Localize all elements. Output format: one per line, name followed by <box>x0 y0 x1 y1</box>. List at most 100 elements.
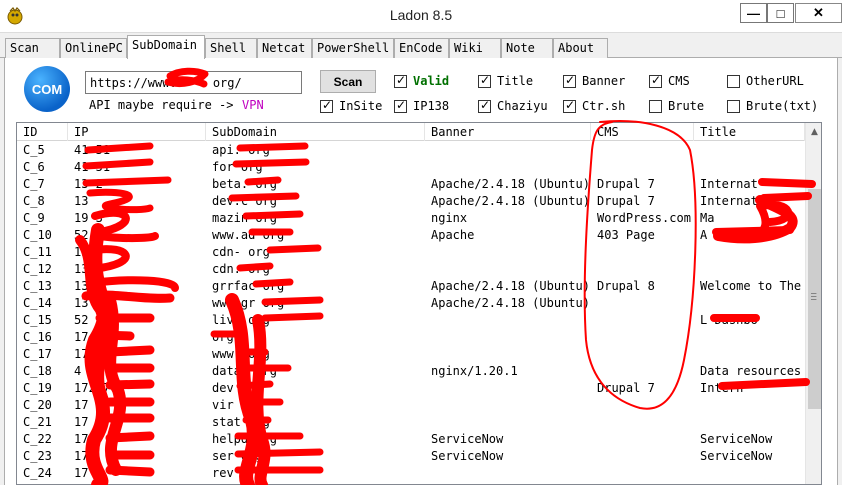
ctrsh-checkbox[interactable]: Ctr.sh <box>563 98 625 113</box>
chaziyu-checkbox[interactable]: Chaziyu <box>478 98 548 113</box>
tab-note[interactable]: Note <box>501 38 553 58</box>
subdomain-cell: grrfac org <box>212 279 285 293</box>
checkbox-box[interactable] <box>394 73 407 88</box>
vertical-scrollbar[interactable]: ▲ ― ― ― <box>805 123 821 484</box>
checkbox-box[interactable] <box>563 98 576 113</box>
ip-cell: 4 <box>74 364 82 378</box>
column-header-title[interactable]: Title <box>694 123 805 141</box>
checkbox-box[interactable] <box>478 98 491 113</box>
insite-checkbox[interactable]: InSite <box>320 98 383 113</box>
tab-onlinepc[interactable]: OnlinePC <box>60 38 127 58</box>
table-row[interactable]: C_9 19 3 mazin org nginx WordPress.com Ma <box>17 210 805 227</box>
checkbox-label: InSite <box>339 99 383 113</box>
ip-cell: 17 <box>74 466 89 480</box>
brute-checkbox[interactable]: Brute <box>649 99 704 113</box>
url-input[interactable] <box>85 71 302 94</box>
subdomain-cell: www.gr org <box>212 296 285 310</box>
tab-subdomain[interactable]: SubDomain <box>127 35 205 59</box>
table-row[interactable]: C_11 13 cdn- org <box>17 244 805 261</box>
checkbox-label: Valid <box>413 74 450 88</box>
table-row[interactable]: C_12 13 cdn. org <box>17 261 805 278</box>
table-row[interactable]: C_14 13 www.gr org Apache/2.4.18 (Ubuntu) <box>17 295 805 312</box>
checkbox-box[interactable] <box>320 98 333 113</box>
table-row[interactable]: C_15 52 live org L Dashbo <box>17 312 805 329</box>
api-hint-label: API maybe require -> <box>89 98 234 112</box>
brutetxt-checkbox[interactable]: Brute(txt) <box>727 99 818 113</box>
otherurl-checkbox[interactable]: OtherURL <box>727 74 804 88</box>
id-cell: C_20 <box>23 398 52 412</box>
banner-cell: Apache/2.4.18 (Ubuntu) <box>431 194 590 208</box>
table-row[interactable]: C_16 17 25 org <box>17 329 805 346</box>
checkbox-box[interactable] <box>727 74 740 88</box>
checkbox-box[interactable] <box>649 99 662 113</box>
subdomain-cell: for org <box>212 160 263 174</box>
id-cell: C_17 <box>23 347 52 361</box>
ip-cell: 13 <box>74 194 89 208</box>
table-row[interactable]: C_7 13 2 beta. org Apache/2.4.18 (Ubuntu) Dr… <box>17 176 805 193</box>
column-header-id[interactable]: ID <box>17 123 68 141</box>
id-cell: C_8 <box>23 194 45 208</box>
table-row[interactable]: C_18 4 data. org nginx/1.20.1 Data resources <box>17 363 805 380</box>
checkbox-box[interactable] <box>727 99 740 113</box>
tab-encode[interactable]: EnCode <box>394 38 449 58</box>
title-cell: L Dashbo <box>700 313 758 327</box>
column-header-ip[interactable]: IP <box>68 123 206 141</box>
checkbox-label: Title <box>497 74 534 88</box>
banner-cell: nginx <box>431 211 468 225</box>
banner-checkbox[interactable]: Banner <box>563 73 625 88</box>
checkbox-label: Brute <box>668 99 705 113</box>
checkbox-box[interactable] <box>563 73 576 88</box>
table-row[interactable]: C_17 17 www. org <box>17 346 805 363</box>
id-cell: C_24 <box>23 466 52 480</box>
column-header-subdomain[interactable]: SubDomain <box>206 123 425 141</box>
minimize-button[interactable]: — <box>740 3 767 23</box>
window-title: Ladon 8.5 <box>389 7 453 23</box>
tab-powershell[interactable]: PowerShell <box>312 38 394 58</box>
ip-cell: 17 <box>74 398 89 412</box>
checkbox-box[interactable] <box>394 98 407 113</box>
results-listview[interactable]: ID IP SubDomain Banner CMS Title C_5 41 5… <box>16 122 822 485</box>
column-header-banner[interactable]: Banner <box>425 123 591 141</box>
tab-about[interactable]: About <box>553 38 608 58</box>
valid-checkbox[interactable]: Valid <box>394 73 450 88</box>
id-cell: C_19 <box>23 381 52 395</box>
maximize-button[interactable]: □ <box>767 3 794 23</box>
title-cell: A <box>700 228 708 242</box>
banner-cell: Apache/2.4.18 (Ubuntu) <box>431 279 590 293</box>
column-header-cms[interactable]: CMS <box>591 123 694 141</box>
ip138-checkbox[interactable]: IP138 <box>394 98 449 113</box>
title-checkbox[interactable]: Title <box>478 73 534 88</box>
table-row[interactable]: C_5 41 51 api. org <box>17 142 805 159</box>
title-bar: Ladon 8.5 — □ ✕ <box>0 0 842 33</box>
id-cell: C_10 <box>23 228 52 242</box>
com-logo-text: COM <box>31 81 63 97</box>
scan-button[interactable]: Scan <box>320 70 376 93</box>
subdomain-cell: org <box>212 330 234 344</box>
subdomain-cell: cdn- org <box>212 245 270 259</box>
tab-wiki[interactable]: Wiki <box>449 38 501 58</box>
tab-scan[interactable]: Scan <box>5 38 60 58</box>
scrollbar-thumb[interactable]: ― ― ― <box>808 189 821 409</box>
close-button[interactable]: ✕ <box>795 3 842 23</box>
banner-cell: Apache/2.4.18 (Ubuntu) <box>431 296 590 310</box>
cms-cell: Drupal 7 <box>597 381 655 395</box>
table-row[interactable]: C_19 172 7 dev org Drupal 7 Intern <box>17 380 805 397</box>
checkbox-box[interactable] <box>649 73 662 88</box>
ip-cell: 172 7 <box>74 381 111 395</box>
table-row[interactable]: C_20 17 vir org <box>17 397 805 414</box>
checkbox-box[interactable] <box>478 73 491 88</box>
vpn-link[interactable]: VPN <box>242 98 264 112</box>
subdomain-cell: ser org <box>212 449 263 463</box>
table-row[interactable]: C_6 41 51 for org <box>17 159 805 176</box>
tab-shell[interactable]: Shell <box>205 38 257 58</box>
table-row[interactable]: C_8 13 dev.c org Apache/2.4.18 (Ubuntu) Drup… <box>17 193 805 210</box>
table-row[interactable]: C_21 17 stat org <box>17 414 805 431</box>
tab-netcat[interactable]: Netcat <box>257 38 312 58</box>
table-row[interactable]: C_24 17 rev org <box>17 465 805 482</box>
table-row[interactable]: C_13 13 grrfac org Apache/2.4.18 (Ubuntu) Dr… <box>17 278 805 295</box>
table-row[interactable]: C_10 52 9 www.ad org Apache 403 Page A <box>17 227 805 244</box>
table-row[interactable]: C_22 17 helpd org ServiceNow ServiceNow <box>17 431 805 448</box>
table-row[interactable]: C_23 17 ser org ServiceNow ServiceNow <box>17 448 805 465</box>
scroll-up-arrow-icon[interactable]: ▲ <box>806 123 821 140</box>
cms-checkbox[interactable]: CMS <box>649 73 690 88</box>
